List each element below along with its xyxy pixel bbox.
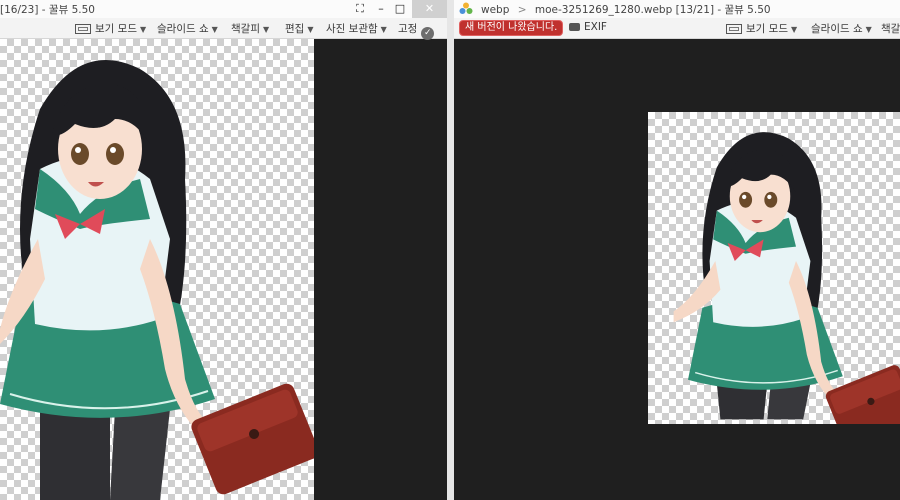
image-index: [13/21] xyxy=(675,4,715,16)
toolbar: 새 버전이 나왔습니다. EXIF 보기 모드 ▼ 슬라이드 쇼 ▼ 책갈 xyxy=(454,18,900,39)
breadcrumb-file: moe-3251269_1280.webp xyxy=(534,4,673,16)
chevron-down-icon: ▼ xyxy=(865,25,872,34)
view-mode-button[interactable]: 보기 모드 ▼ xyxy=(726,21,797,36)
bookmark-label: 책갈피 xyxy=(231,23,260,35)
maximize-button[interactable]: □ xyxy=(391,0,409,18)
left-viewer-window: [16/23] - 꿀뷰 5.50 ⛶ – □ ✕ 보기 모드 ▼ 슬라이드 쇼 ▼… xyxy=(0,0,447,500)
chevron-down-icon: ▼ xyxy=(139,25,147,34)
view-mode-button[interactable]: 보기 모드 ▼ xyxy=(75,21,146,36)
view-mode-icon xyxy=(75,24,91,34)
title-bar[interactable]: [16/23] - 꿀뷰 5.50 ⛶ – □ ✕ xyxy=(0,0,447,18)
chevron-down-icon: ▼ xyxy=(211,25,218,34)
pin-label: 고정 xyxy=(398,23,418,35)
exif-button[interactable]: EXIF xyxy=(569,21,607,33)
new-version-badge[interactable]: 새 버전이 나왔습니다. xyxy=(459,20,564,36)
pin-button[interactable]: 고정 ✓ xyxy=(398,21,435,40)
window-gap xyxy=(447,0,454,500)
fullscreen-icon[interactable]: ⛶ xyxy=(350,0,370,18)
window-title: [16/23] - 꿀뷰 5.50 xyxy=(0,4,95,16)
check-icon: ✓ xyxy=(421,27,435,40)
chevron-down-icon: ▼ xyxy=(790,25,798,34)
slideshow-button[interactable]: 슬라이드 쇼 ▼ xyxy=(157,21,218,36)
bookmark-button[interactable]: 책갈피 ▼ xyxy=(231,21,269,36)
minimize-button[interactable]: – xyxy=(372,0,390,18)
right-viewer-window: webp > moe-3251269_1280.webp [13/21] - 꿀… xyxy=(454,0,900,500)
slideshow-label: 슬라이드 쇼 xyxy=(157,23,209,35)
exif-label: EXIF xyxy=(584,21,607,33)
edit-label: 편집 xyxy=(285,23,305,35)
bookmark-label: 책갈 xyxy=(881,23,900,35)
camera-icon xyxy=(569,23,580,31)
chevron-down-icon: ▼ xyxy=(307,25,314,34)
image-canvas[interactable] xyxy=(648,112,900,445)
app-name: - 꿀뷰 5.50 xyxy=(717,4,771,16)
breadcrumb-separator: > xyxy=(517,4,527,16)
photo-storage-label: 사진 보관함 xyxy=(326,23,378,35)
bookmark-button[interactable]: 책갈 xyxy=(881,21,900,36)
anime-girl-image xyxy=(0,60,319,500)
close-button[interactable]: ✕ xyxy=(412,0,447,18)
slideshow-button[interactable]: 슬라이드 쇼 ▼ xyxy=(811,21,872,36)
slideshow-label: 슬라이드 쇼 xyxy=(811,23,863,35)
photo-storage-button[interactable]: 사진 보관함 ▼ xyxy=(326,21,387,36)
edit-button[interactable]: 편집 ▼ xyxy=(285,21,313,36)
image-canvas[interactable] xyxy=(0,39,319,500)
toolbar: 보기 모드 ▼ 슬라이드 쇼 ▼ 책갈피 ▼ 편집 ▼ 사진 보관함 ▼ 고정 ✓ xyxy=(0,18,447,40)
anime-girl-image xyxy=(673,132,900,445)
view-mode-icon xyxy=(726,24,742,34)
chevron-down-icon: ▼ xyxy=(380,25,387,34)
chevron-down-icon: ▼ xyxy=(262,25,270,34)
view-mode-label: 보기 모드 xyxy=(95,23,137,35)
title-bar[interactable]: webp > moe-3251269_1280.webp [13/21] - 꿀… xyxy=(454,0,900,18)
breadcrumb-folder[interactable]: webp xyxy=(481,4,509,16)
app-logo-icon xyxy=(459,2,473,16)
view-mode-label: 보기 모드 xyxy=(746,23,788,35)
